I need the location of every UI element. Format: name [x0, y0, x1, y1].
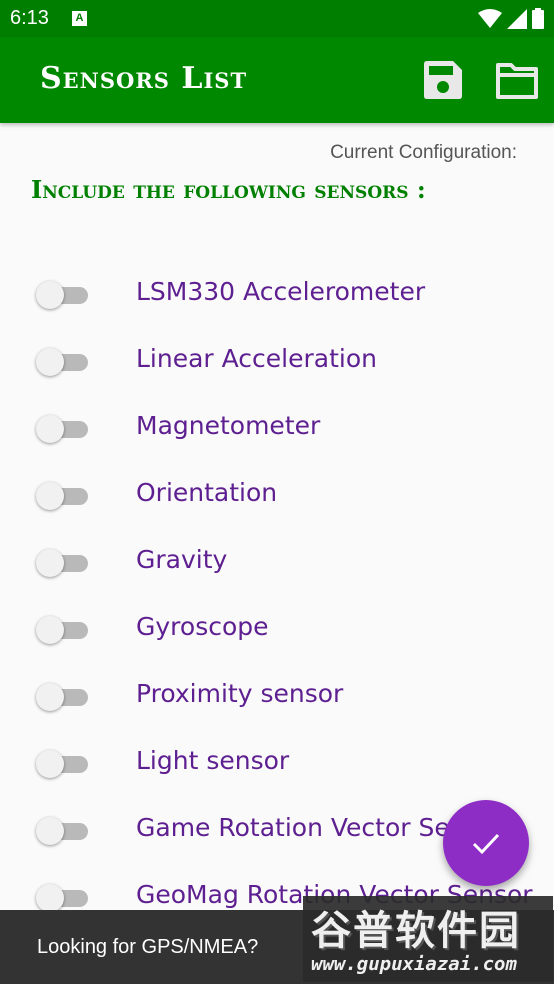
status-bar: 6:13 A — [0, 0, 554, 37]
include-sensors-heading: Include the following sensors : — [31, 175, 426, 204]
watermark-url: www.gupuxiazai.com — [311, 953, 517, 975]
sensor-toggle[interactable] — [36, 615, 88, 645]
sensor-label: LSM330 Accelerometer — [136, 277, 426, 306]
sensor-row-magnetometer[interactable]: Magnetometer — [0, 394, 554, 461]
sensor-toggle[interactable] — [36, 414, 88, 444]
sensor-toggle[interactable] — [36, 481, 88, 511]
sensor-row-lsm330-accelerometer[interactable]: LSM330 Accelerometer — [0, 260, 554, 327]
open-folder-button[interactable] — [496, 63, 538, 99]
sensor-label: Proximity sensor — [136, 679, 344, 708]
sensor-toggle[interactable] — [36, 749, 88, 779]
sensor-toggle[interactable] — [36, 347, 88, 377]
confirm-fab-button[interactable] — [443, 800, 529, 886]
sensor-row-gyroscope[interactable]: Gyroscope — [0, 595, 554, 662]
sensor-toggle[interactable] — [36, 682, 88, 712]
app-title: Sensors List — [40, 61, 248, 96]
app-bar: Sensors List — [0, 37, 554, 123]
wifi-icon — [478, 8, 502, 28]
battery-icon — [532, 8, 544, 29]
signal-icon — [507, 8, 527, 29]
toggle-thumb — [36, 549, 64, 577]
save-icon — [424, 61, 462, 99]
toggle-thumb — [36, 482, 64, 510]
toggle-thumb — [36, 616, 64, 644]
sensor-row-linear-acceleration[interactable]: Linear Acceleration — [0, 327, 554, 394]
toggle-thumb — [36, 750, 64, 778]
sensor-label: Magnetometer — [136, 411, 321, 440]
sensor-label: Light sensor — [136, 746, 290, 775]
watermark: 谷普软件园 www.gupuxiazai.com — [303, 896, 553, 982]
sensor-row-orientation[interactable]: Orientation — [0, 461, 554, 528]
toggle-thumb — [36, 348, 64, 376]
sensor-toggle[interactable] — [36, 883, 88, 913]
toggle-thumb — [36, 683, 64, 711]
sensor-label: Gravity — [136, 545, 228, 574]
status-time: 6:13 — [10, 7, 49, 29]
toggle-thumb — [36, 281, 64, 309]
notification-a-icon: A — [72, 11, 87, 26]
current-configuration-label: Current Configuration: — [330, 142, 517, 163]
sensor-row-light-sensor[interactable]: Light sensor — [0, 729, 554, 796]
toggle-thumb — [36, 415, 64, 443]
check-icon — [472, 833, 500, 855]
sensor-label: Gyroscope — [136, 612, 269, 641]
watermark-logo: 谷普软件园 — [311, 908, 521, 954]
folder-icon — [496, 63, 538, 99]
toggle-thumb — [36, 884, 64, 912]
sensor-row-proximity-sensor[interactable]: Proximity sensor — [0, 662, 554, 729]
sensor-row-gravity[interactable]: Gravity — [0, 528, 554, 595]
sensor-label: Linear Acceleration — [136, 344, 377, 373]
status-indicators — [478, 8, 544, 29]
toggle-thumb — [36, 817, 64, 845]
sensor-label: Orientation — [136, 478, 278, 507]
sensor-toggle[interactable] — [36, 280, 88, 310]
snackbar-message: Looking for GPS/NMEA? — [37, 936, 259, 958]
save-button[interactable] — [424, 61, 462, 99]
sensor-toggle[interactable] — [36, 548, 88, 578]
sensor-toggle[interactable] — [36, 816, 88, 846]
